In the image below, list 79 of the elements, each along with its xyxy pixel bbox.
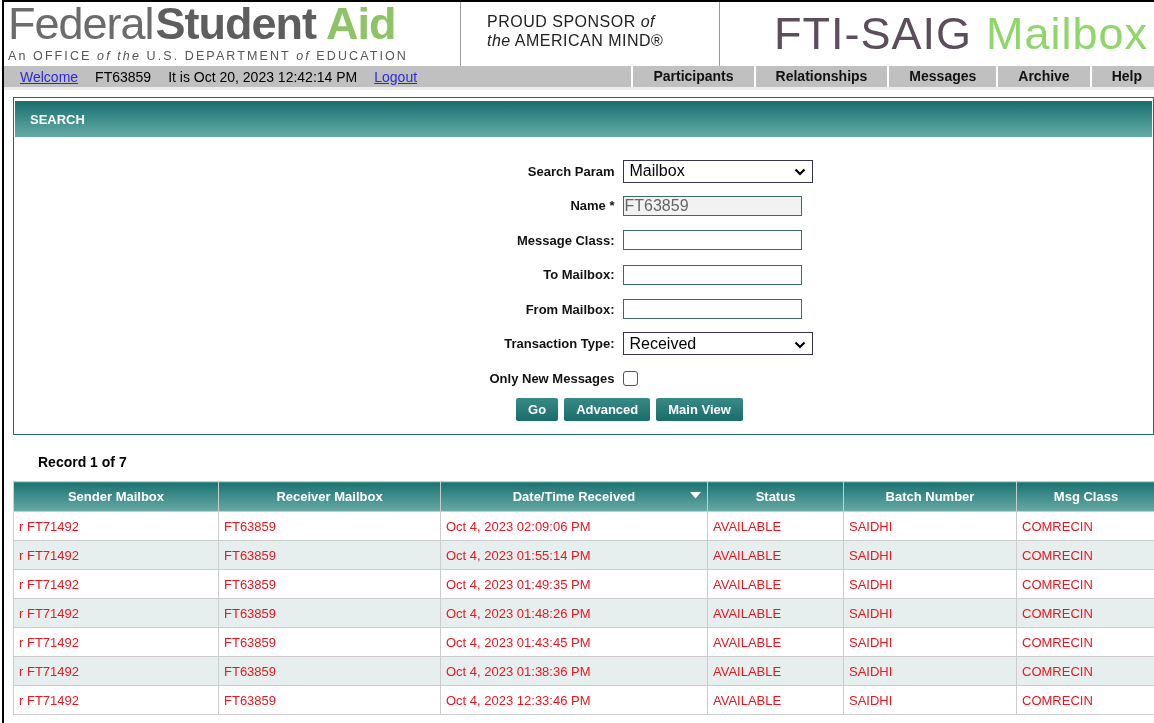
app-title-text: FTI-SAIG xyxy=(773,8,972,59)
table-cell: r FT71492 xyxy=(13,598,219,628)
table-cell: SAIDHI xyxy=(843,627,1017,657)
field-label: From Mailbox: xyxy=(524,301,615,317)
column-header[interactable]: Date/Time Received xyxy=(440,481,708,512)
input-field[interactable] xyxy=(622,230,802,251)
table-cell: r FT71492 xyxy=(13,569,219,599)
table-cell: SAIDHI xyxy=(843,598,1017,628)
field-label: Message Class: xyxy=(515,232,615,248)
table-cell: r FT71492 xyxy=(13,656,219,686)
logo-wordmark: FederalStudent Aid xyxy=(8,2,397,46)
button[interactable]: Main View xyxy=(656,397,743,421)
table-cell: FT63859 xyxy=(218,627,441,657)
table-cell: AVAILABLE xyxy=(707,627,844,657)
column-header[interactable]: Status xyxy=(707,481,844,512)
table-cell: FT63859 xyxy=(218,656,441,686)
field-label: Name * xyxy=(569,198,615,214)
table-cell: AVAILABLE xyxy=(707,569,844,599)
user-link[interactable]: Welcome xyxy=(20,68,79,85)
table-cell: AVAILABLE xyxy=(707,598,844,628)
field-label: Only New Messages xyxy=(488,370,615,386)
sponsor-text: PROUD SPONSOR of xyxy=(487,12,657,31)
table-cell: r FT71492 xyxy=(13,627,219,657)
table-cell: AVAILABLE xyxy=(707,685,844,715)
panel-header: SEARCH xyxy=(15,101,1152,137)
chevron-down-icon xyxy=(793,340,806,349)
nav-tab[interactable]: Participants xyxy=(633,66,756,87)
table-cell: r FT71492 xyxy=(13,511,219,541)
column-header[interactable]: Msg Class xyxy=(1016,481,1154,512)
table-cell: AVAILABLE xyxy=(707,540,844,570)
table-cell: r FT71492 xyxy=(13,540,219,570)
record-count: Record 1 of 7 xyxy=(37,453,128,472)
table-cell: COMRECIN xyxy=(1016,540,1154,570)
table-cell: SAIDHI xyxy=(843,540,1017,570)
table-cell: COMRECIN xyxy=(1016,598,1154,628)
nav-tab[interactable]: Archive xyxy=(998,66,1092,87)
nav-tab[interactable]: Messages xyxy=(889,66,999,87)
table-cell: SAIDHI xyxy=(843,656,1017,686)
checkbox[interactable] xyxy=(622,370,638,386)
field-label: Search Param xyxy=(526,163,615,179)
table-cell: Oct 4, 2023 02:09:06 PM xyxy=(440,511,708,541)
table-cell: AVAILABLE xyxy=(707,511,844,541)
column-header[interactable]: Batch Number xyxy=(843,481,1017,512)
table-cell: SAIDHI xyxy=(843,569,1017,599)
input-field[interactable] xyxy=(622,299,802,320)
nav-tab[interactable]: Relationships xyxy=(755,66,890,87)
user-info: It is Oct 20, 2023 12:42:14 PM xyxy=(168,68,358,85)
table-cell: Oct 4, 2023 01:38:36 PM xyxy=(440,656,708,686)
input-field[interactable] xyxy=(622,264,802,285)
table-cell: r FT71492 xyxy=(13,685,219,715)
table-cell: SAIDHI xyxy=(843,685,1017,715)
table-cell: FT63859 xyxy=(218,540,441,570)
column-header[interactable]: Sender Mailbox xyxy=(13,481,219,512)
table-cell: AVAILABLE xyxy=(707,656,844,686)
table-cell: FT63859 xyxy=(218,569,441,599)
field-label: Transaction Type: xyxy=(503,336,615,352)
table-cell: Oct 4, 2023 01:49:35 PM xyxy=(440,569,708,599)
table-cell: Oct 4, 2023 01:43:45 PM xyxy=(440,627,708,657)
table-cell: FT63859 xyxy=(218,511,441,541)
logo-tagline: An OFFICE of the U.S. DEPARTMENT of EDUCATION xyxy=(8,49,409,63)
column-header[interactable]: Receiver Mailbox xyxy=(218,481,441,512)
table-cell: SAIDHI xyxy=(843,511,1017,541)
table-cell: Oct 4, 2023 12:33:46 PM xyxy=(440,685,708,715)
dropdown[interactable]: Received xyxy=(622,332,813,356)
chevron-down-icon xyxy=(793,168,806,177)
table-cell: Oct 4, 2023 01:48:26 PM xyxy=(440,598,708,628)
button[interactable]: Advanced xyxy=(564,397,651,421)
table-cell: COMRECIN xyxy=(1016,656,1154,686)
user-info: FT63859 xyxy=(95,68,152,85)
table-cell: Oct 4, 2023 01:55:14 PM xyxy=(440,540,708,570)
user-link[interactable]: Logout xyxy=(374,68,418,85)
button[interactable]: Go xyxy=(516,397,559,421)
app-title-text: Mailbox xyxy=(985,8,1148,59)
dropdown[interactable]: Mailbox xyxy=(622,159,813,183)
nav-tab[interactable]: Help xyxy=(1091,66,1154,87)
table-cell: FT63859 xyxy=(218,598,441,628)
field-label: To Mailbox: xyxy=(542,267,615,283)
sponsor-text: the AMERICAN MIND® xyxy=(487,31,665,50)
table-cell: FT63859 xyxy=(218,685,441,715)
